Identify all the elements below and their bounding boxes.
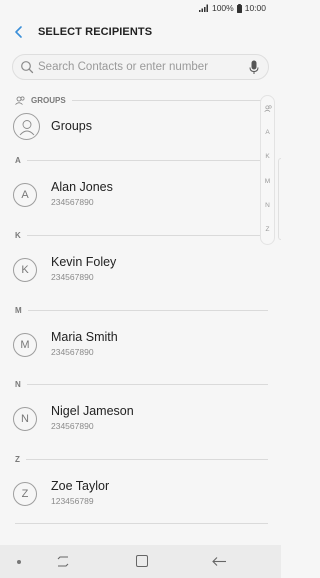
alphabet-index-bar[interactable]: A K M N Z	[260, 95, 275, 245]
groups-icon	[15, 96, 25, 105]
divider	[26, 159, 268, 161]
contact-row-maria-smith[interactable]: M Maria Smith 234567890	[0, 326, 260, 366]
status-indicators: 100% 10:00	[198, 3, 266, 13]
avatar: Z	[13, 482, 37, 506]
divider	[25, 458, 268, 460]
contact-name: Zoe Taylor	[51, 479, 110, 493]
home-icon[interactable]	[136, 555, 148, 567]
back-icon[interactable]	[212, 556, 227, 567]
divider	[15, 523, 268, 524]
edge-panel-handle[interactable]	[278, 158, 281, 240]
battery-icon	[236, 3, 242, 13]
contact-number: 123456789	[51, 496, 94, 506]
section-letter: A	[15, 155, 21, 165]
index-item-k[interactable]: K	[261, 153, 274, 160]
section-header-z: Z	[15, 453, 268, 465]
avatar: M	[13, 333, 37, 357]
divider	[27, 309, 268, 311]
person-icon	[19, 119, 34, 135]
status-bar: 100% 10:00	[0, 0, 281, 16]
divider	[71, 99, 268, 101]
section-letter: K	[15, 230, 21, 240]
index-item-a[interactable]: A	[261, 129, 274, 136]
page-title: SELECT RECIPIENTS	[38, 26, 153, 38]
contact-name: Nigel Jameson	[51, 404, 134, 418]
groups-avatar	[13, 113, 40, 140]
clock: 10:00	[244, 3, 266, 13]
mic-icon[interactable]	[249, 60, 259, 75]
contact-number: 234567890	[51, 197, 94, 207]
index-item-z[interactable]: Z	[261, 226, 274, 233]
index-groups-icon[interactable]	[264, 105, 273, 112]
groups-label: Groups	[51, 119, 92, 133]
search-placeholder: Search Contacts or enter number	[38, 61, 209, 73]
system-navigation-bar	[0, 545, 281, 578]
section-letter: M	[15, 305, 22, 315]
contact-number: 234567890	[51, 347, 94, 357]
divider	[26, 234, 268, 236]
contact-name: Alan Jones	[51, 180, 113, 194]
contact-row-alan-jones[interactable]: A Alan Jones 234567890	[0, 176, 260, 216]
section-header-k: K	[15, 229, 268, 241]
section-header-a: A	[15, 154, 268, 166]
section-label: GROUPS	[31, 95, 66, 105]
contact-row-kevin-foley[interactable]: K Kevin Foley 234567890	[0, 251, 260, 291]
divider	[26, 383, 268, 385]
recents-icon[interactable]	[56, 555, 70, 568]
battery-percentage: 100%	[211, 3, 234, 13]
avatar: N	[13, 407, 37, 431]
contact-number: 234567890	[51, 272, 94, 282]
signal-icon	[198, 4, 208, 12]
avatar: K	[13, 258, 37, 282]
contact-name: Kevin Foley	[51, 255, 117, 269]
app-header: SELECT RECIPIENTS	[0, 20, 281, 48]
section-header-m: M	[15, 304, 268, 316]
groups-item[interactable]: Groups	[0, 107, 260, 147]
section-header-n: N	[15, 378, 268, 390]
contact-name: Maria Smith	[51, 330, 118, 344]
section-header-groups: GROUPS	[15, 94, 268, 106]
search-icon	[21, 61, 34, 74]
contact-row-nigel-jameson[interactable]: N Nigel Jameson 234567890	[0, 400, 260, 440]
section-letter: N	[15, 379, 21, 389]
contact-row-zoe-taylor[interactable]: Z Zoe Taylor 123456789	[0, 475, 260, 515]
section-letter: Z	[15, 454, 20, 464]
nav-dot-icon[interactable]	[17, 560, 21, 564]
index-item-n[interactable]: N	[261, 202, 274, 209]
index-item-m[interactable]: M	[261, 178, 274, 185]
avatar: A	[13, 183, 37, 207]
contact-number: 234567890	[51, 421, 94, 431]
back-arrow-icon[interactable]	[12, 24, 26, 40]
search-input[interactable]: Search Contacts or enter number	[12, 54, 269, 80]
